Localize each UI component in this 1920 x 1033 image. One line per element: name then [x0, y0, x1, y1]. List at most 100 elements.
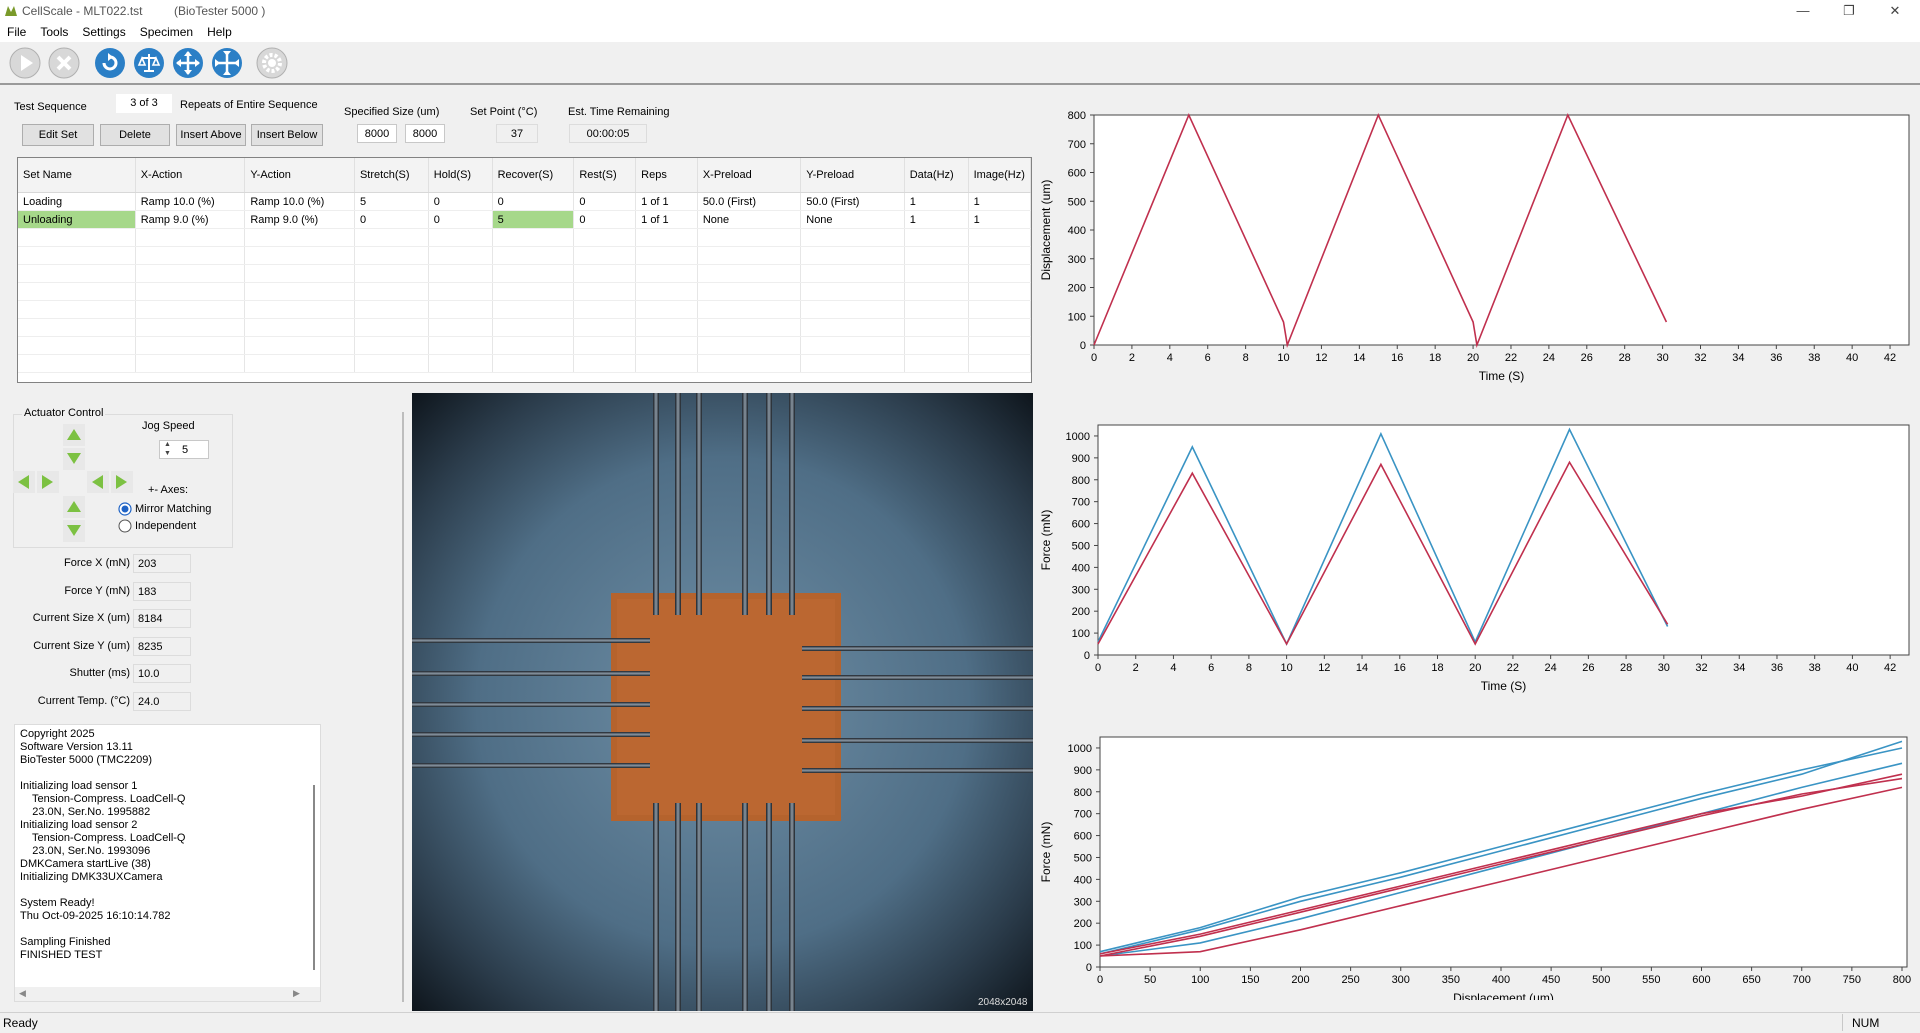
- fit-icon[interactable]: [210, 46, 244, 80]
- table-cell[interactable]: 1: [968, 210, 1031, 229]
- edit-set-button[interactable]: Edit Set: [22, 124, 94, 146]
- table-cell[interactable]: 0: [354, 210, 429, 229]
- table-row[interactable]: Unloading Ramp 9.0 (%) Ramp 9.0 (%) 0 0 …: [18, 210, 1031, 229]
- arrow-down-icon[interactable]: [63, 520, 85, 542]
- gear-icon[interactable]: [255, 46, 289, 80]
- camera-view[interactable]: [412, 393, 1033, 1011]
- arrow-up-icon[interactable]: [63, 424, 85, 446]
- table-cell[interactable]: 0: [428, 192, 493, 211]
- force-y-value: 183: [133, 582, 191, 601]
- minimize-button[interactable]: —: [1780, 0, 1826, 22]
- shutter-value: 10.0: [133, 664, 191, 683]
- insert-above-button[interactable]: Insert Above: [176, 124, 246, 146]
- expand-icon[interactable]: [171, 46, 205, 80]
- balance-icon[interactable]: [132, 46, 166, 80]
- col-reps[interactable]: Reps: [635, 158, 698, 193]
- table-cell[interactable]: 1 of 1: [635, 192, 698, 211]
- size-y-field[interactable]: 8000: [405, 124, 445, 143]
- table-cell[interactable]: 0: [573, 192, 637, 211]
- col-x-action[interactable]: X-Action: [135, 158, 246, 193]
- play-icon[interactable]: [8, 46, 42, 80]
- table-header: Set Name X-Action Y-Action Stretch(S) Ho…: [18, 158, 1031, 193]
- table-cell[interactable]: 0: [492, 192, 575, 211]
- repeats-field[interactable]: 3 of 3: [116, 94, 172, 113]
- table-cell[interactable]: 0: [573, 210, 637, 229]
- table-cell[interactable]: Ramp 9.0 (%): [135, 210, 246, 229]
- menu-tools[interactable]: Tools: [33, 22, 75, 39]
- console-hscrollbar[interactable]: ◀ ▶: [15, 987, 320, 1001]
- table-cell[interactable]: 0: [428, 210, 493, 229]
- table-cell[interactable]: 1: [904, 210, 969, 229]
- table-cell[interactable]: None: [800, 210, 905, 229]
- col-y-preload[interactable]: Y-Preload: [800, 158, 905, 193]
- table-cell[interactable]: 5: [354, 192, 429, 211]
- x-tick-label: 250: [1341, 974, 1359, 986]
- table-row[interactable]: Loading Ramp 10.0 (%) Ramp 10.0 (%) 5 0 …: [18, 192, 1031, 211]
- close-button[interactable]: ✕: [1872, 0, 1918, 22]
- col-rest[interactable]: Rest(S): [573, 158, 637, 193]
- radio-independent-icon[interactable]: [118, 519, 132, 533]
- arrow-right-icon[interactable]: [111, 471, 133, 493]
- y-tick-label: 700: [1072, 497, 1090, 509]
- arrow-down-icon[interactable]: [63, 448, 85, 470]
- col-x-preload[interactable]: X-Preload: [697, 158, 802, 193]
- x-tick-label: 18: [1431, 662, 1443, 674]
- col-set-name[interactable]: Set Name: [18, 158, 136, 193]
- col-image-hz[interactable]: Image(Hz): [968, 158, 1031, 193]
- table-cell[interactable]: 50.0 (First): [697, 192, 802, 211]
- table-cell[interactable]: Loading: [18, 192, 136, 211]
- radio-mirror-selected-icon[interactable]: [118, 502, 132, 516]
- arrow-left-icon[interactable]: [87, 471, 109, 493]
- table-cell-selected[interactable]: Unloading: [18, 210, 136, 229]
- arrow-right-icon[interactable]: [37, 471, 59, 493]
- table-cell[interactable]: 1: [904, 192, 969, 211]
- table-cell[interactable]: 1 of 1: [635, 210, 698, 229]
- refresh-icon[interactable]: [93, 46, 127, 80]
- x-tick-label: 700: [1793, 974, 1811, 986]
- restore-button[interactable]: ❐: [1826, 0, 1872, 22]
- arrow-up-icon[interactable]: [63, 496, 85, 518]
- repeats-label: Repeats of Entire Sequence: [180, 99, 318, 111]
- x-tick-label: 40: [1846, 662, 1858, 674]
- delete-button[interactable]: Delete: [100, 124, 170, 146]
- y-axis-label: Force (mN): [1040, 510, 1053, 571]
- device-name: (BioTester 5000 ): [174, 4, 266, 18]
- arrow-left-icon[interactable]: [13, 471, 35, 493]
- x-tick-label: 18: [1429, 352, 1441, 364]
- stop-icon[interactable]: [47, 46, 81, 80]
- independent-label[interactable]: Independent: [135, 520, 196, 532]
- col-hold[interactable]: Hold(S): [428, 158, 493, 193]
- table-cell-selected[interactable]: 5: [492, 210, 575, 229]
- menu-help[interactable]: Help: [200, 22, 239, 39]
- x-tick-label: 4: [1170, 662, 1176, 674]
- splitter-handle[interactable]: [402, 412, 404, 1002]
- scroll-left-icon[interactable]: ◀: [19, 988, 26, 999]
- table-cell[interactable]: 1: [968, 192, 1031, 211]
- console-log[interactable]: Copyright 2025 Software Version 13.11 Bi…: [14, 724, 321, 1002]
- table-cell[interactable]: None: [697, 210, 802, 229]
- y-tick-label: 300: [1068, 254, 1086, 266]
- x-tick-label: 38: [1809, 662, 1821, 674]
- table-cell[interactable]: Ramp 10.0 (%): [135, 192, 246, 211]
- col-y-action[interactable]: Y-Action: [244, 158, 355, 193]
- table-cell[interactable]: Ramp 9.0 (%): [244, 210, 355, 229]
- col-data-hz[interactable]: Data(Hz): [904, 158, 969, 193]
- temperature-value: 24.0: [133, 692, 191, 711]
- specified-size-label: Specified Size (um): [344, 106, 440, 118]
- size-x-field[interactable]: 8000: [357, 124, 397, 143]
- console-vscroll-thumb[interactable]: [313, 785, 315, 970]
- scroll-right-icon[interactable]: ▶: [293, 988, 300, 999]
- insert-below-button[interactable]: Insert Below: [251, 124, 323, 146]
- spinner-arrows-icon[interactable]: ▲ ▼: [164, 440, 171, 458]
- table-cell[interactable]: 50.0 (First): [800, 192, 905, 211]
- size-y-label: Current Size Y (um): [33, 640, 130, 652]
- menu-specimen[interactable]: Specimen: [133, 22, 200, 39]
- col-stretch[interactable]: Stretch(S): [354, 158, 429, 193]
- col-recover[interactable]: Recover(S): [492, 158, 575, 193]
- table-cell[interactable]: Ramp 10.0 (%): [244, 192, 355, 211]
- x-tick-label: 0: [1095, 662, 1101, 674]
- x-tick-label: 22: [1507, 662, 1519, 674]
- menu-settings[interactable]: Settings: [75, 22, 132, 39]
- mirror-matching-label[interactable]: Mirror Matching: [135, 503, 211, 515]
- menu-file[interactable]: File: [0, 22, 33, 39]
